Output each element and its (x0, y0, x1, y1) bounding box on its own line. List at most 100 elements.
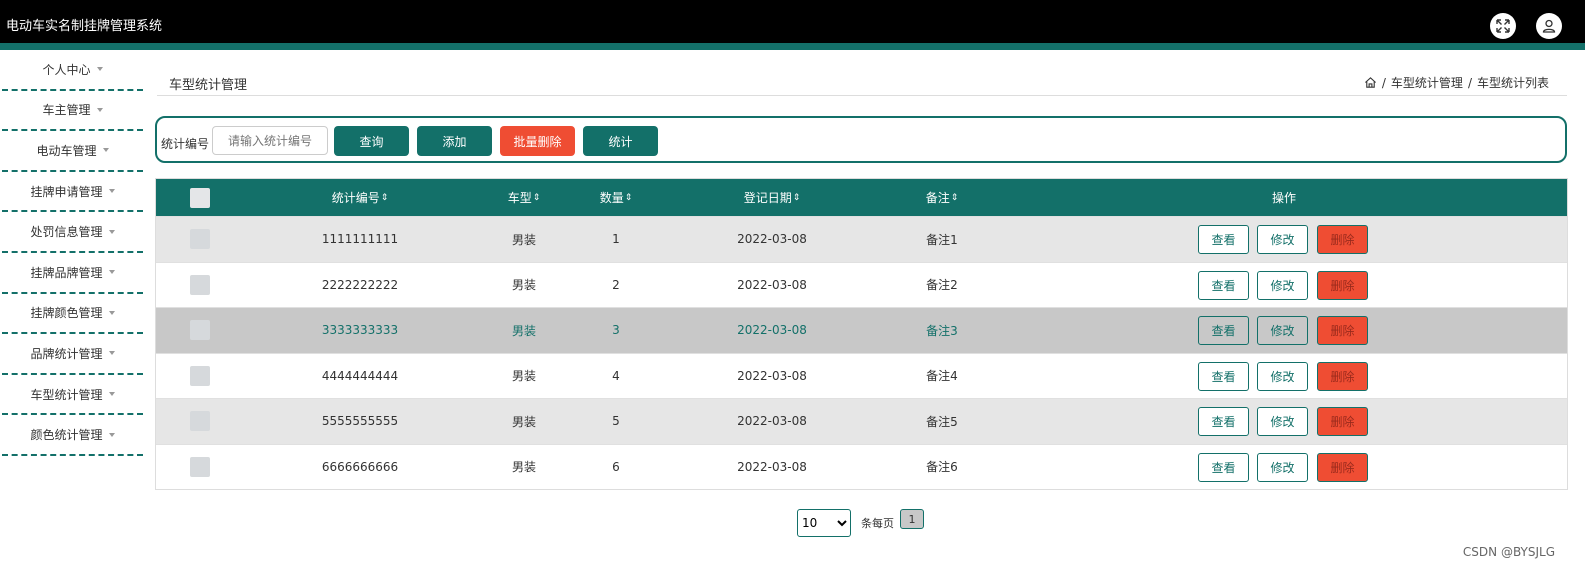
sidebar-item-brand-stats[interactable]: 品牌统计管理 (2, 334, 143, 375)
sidebar-item-label: 挂牌颜色管理 (30, 306, 103, 321)
cell-model: 男装 (511, 414, 536, 429)
search-input[interactable] (212, 126, 328, 155)
delete-button[interactable]: 删除 (1317, 407, 1368, 436)
column-header-ops: 操作 (1271, 191, 1296, 205)
sidebar-item-color-stats[interactable]: 颜色统计管理 (2, 415, 143, 456)
data-table: 统计编号 ⇕ 车型 ⇕ 数量 ⇕ 登记日期 ⇕ 备注 ⇕ 操作 1111111111 男装… (155, 178, 1568, 490)
delete-button[interactable]: 删除 (1317, 270, 1368, 300)
fullscreen-icon[interactable] (1490, 13, 1516, 39)
cell-remark: 备注3 (926, 323, 958, 338)
stats-button[interactable]: 统计 (583, 126, 658, 156)
caret-down-icon (108, 229, 115, 234)
search-panel: 统计编号 查询 添加 批量删除 统计 (155, 116, 1567, 163)
view-button[interactable]: 查看 (1198, 270, 1249, 300)
view-button[interactable]: 查看 (1198, 452, 1249, 482)
query-button[interactable]: 查询 (334, 126, 409, 156)
column-header-count[interactable]: 数量 ⇕ (566, 179, 666, 216)
cell-code: 4444444444 (321, 368, 399, 383)
cell-model: 男装 (511, 369, 536, 384)
cell-count: 1 (612, 232, 620, 247)
top-bar: 电动车实名制挂牌管理系统 (0, 0, 1585, 50)
search-label: 统计编号 (161, 137, 210, 151)
row-checkbox[interactable] (190, 365, 210, 386)
row-checkbox[interactable] (190, 411, 210, 432)
caret-down-icon (108, 310, 115, 315)
pagination: 10 条每页 1 (797, 509, 924, 537)
column-header-code[interactable]: 统计编号 ⇕ (300, 179, 420, 216)
batch-delete-button[interactable]: 批量删除 (500, 126, 575, 156)
sidebar-item-label: 挂牌申请管理 (30, 184, 103, 199)
edit-button[interactable]: 修改 (1257, 361, 1308, 391)
page-title: 车型统计管理 (169, 78, 248, 93)
caret-down-icon (108, 189, 115, 194)
cell-count: 6 (612, 459, 620, 474)
view-button[interactable]: 查看 (1198, 316, 1249, 345)
sidebar-item-plate-color[interactable]: 挂牌颜色管理 (2, 294, 143, 335)
breadcrumb-item[interactable]: 车型统计管理 (1391, 74, 1463, 91)
column-header-remark[interactable]: 备注 ⇕ (892, 179, 992, 216)
breadcrumb-bar: 车型统计管理 / 车型统计管理 / 车型统计列表 (157, 66, 1567, 96)
cell-count: 2 (612, 277, 620, 292)
page-size-select[interactable]: 10 (797, 509, 851, 537)
sidebar-item-label: 颜色统计管理 (30, 428, 103, 443)
table-row: 1111111111 男装 1 2022-03-08 备注1 查看 修改 删除 (156, 216, 1567, 262)
edit-button[interactable]: 修改 (1257, 270, 1308, 300)
delete-button[interactable]: 删除 (1317, 452, 1368, 482)
cell-remark: 备注1 (926, 232, 958, 247)
delete-button[interactable]: 删除 (1317, 225, 1368, 254)
edit-button[interactable]: 修改 (1257, 316, 1308, 345)
table-header: 统计编号 ⇕ 车型 ⇕ 数量 ⇕ 登记日期 ⇕ 备注 ⇕ 操作 (156, 179, 1567, 216)
edit-button[interactable]: 修改 (1257, 225, 1308, 254)
sidebar-item-plate-brand[interactable]: 挂牌品牌管理 (2, 253, 143, 294)
sidebar-item-penalty-info[interactable]: 处罚信息管理 (2, 212, 143, 253)
edit-button[interactable]: 修改 (1257, 452, 1308, 482)
row-checkbox[interactable] (190, 274, 210, 295)
view-button[interactable]: 查看 (1198, 361, 1249, 391)
view-button[interactable]: 查看 (1198, 225, 1249, 254)
sidebar-item-model-stats[interactable]: 车型统计管理 (2, 375, 143, 416)
home-icon[interactable] (1364, 76, 1377, 90)
cell-code: 5555555555 (321, 414, 399, 429)
sidebar-item-personal-center[interactable]: 个人中心 (2, 50, 143, 91)
caret-down-icon (108, 351, 115, 356)
edit-button[interactable]: 修改 (1257, 407, 1308, 436)
delete-button[interactable]: 删除 (1317, 316, 1368, 345)
watermark: CSDN @BYSJLG (1462, 545, 1555, 559)
column-header-model[interactable]: 车型 ⇕ (474, 179, 574, 216)
sidebar-item-owner-management[interactable]: 车主管理 (2, 91, 143, 132)
cell-remark: 备注2 (926, 278, 958, 293)
view-button[interactable]: 查看 (1198, 407, 1249, 436)
caret-down-icon (108, 432, 115, 437)
sidebar-item-plate-application[interactable]: 挂牌申请管理 (2, 172, 143, 213)
sidebar-item-ebike-management[interactable]: 电动车管理 (2, 131, 143, 172)
app-title: 电动车实名制挂牌管理系统 (6, 19, 163, 34)
cell-date: 2022-03-08 (737, 368, 807, 383)
add-button[interactable]: 添加 (417, 126, 492, 156)
sidebar-item-label: 品牌统计管理 (30, 346, 103, 361)
row-checkbox[interactable] (190, 456, 210, 477)
cell-count: 4 (612, 368, 620, 383)
user-icon[interactable] (1536, 13, 1562, 39)
sort-icon: ⇕ (624, 192, 633, 203)
sidebar-item-label: 挂牌品牌管理 (30, 265, 103, 280)
row-checkbox[interactable] (190, 320, 210, 341)
select-all-checkbox[interactable] (190, 187, 210, 208)
column-header-date[interactable]: 登记日期 ⇕ (712, 179, 832, 216)
caret-down-icon (108, 270, 115, 275)
caret-down-icon (108, 392, 115, 397)
cell-remark: 备注6 (926, 460, 958, 475)
table-row: 2222222222 男装 2 2022-03-08 备注2 查看 修改 删除 (156, 261, 1567, 308)
per-page-label: 条每页 (861, 517, 894, 530)
table-row: 5555555555 男装 5 2022-03-08 备注5 查看 修改 删除 (156, 398, 1567, 444)
caret-down-icon (96, 67, 103, 72)
sidebar-item-label: 电动车管理 (36, 143, 97, 158)
delete-button[interactable]: 删除 (1317, 361, 1368, 391)
cell-count: 5 (612, 414, 620, 429)
sidebar-item-label: 个人中心 (42, 62, 91, 77)
page-button-current[interactable]: 1 (900, 509, 924, 529)
select-all-checkbox-cell (180, 179, 220, 216)
row-checkbox[interactable] (190, 229, 210, 250)
cell-code: 3333333333 (321, 323, 399, 338)
caret-down-icon (102, 148, 109, 153)
sort-icon: ⇕ (950, 192, 959, 203)
